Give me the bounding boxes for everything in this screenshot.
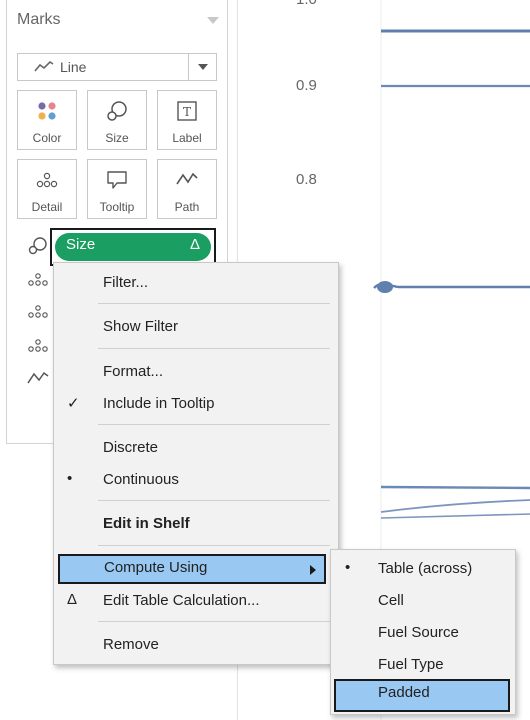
menu-item-label: Show Filter bbox=[103, 318, 179, 335]
detail-button-label: Detail bbox=[31, 200, 63, 214]
size-icon bbox=[28, 237, 47, 255]
marks-title: Marks bbox=[17, 11, 61, 28]
size-icon bbox=[107, 101, 127, 121]
tooltip-icon bbox=[107, 171, 127, 189]
menu-item-label: Continuous bbox=[103, 471, 179, 488]
menu-item-compute-using[interactable]: Compute Using bbox=[58, 554, 326, 584]
mark-type-dropdown[interactable]: Line bbox=[17, 53, 217, 81]
submenu-item-label: Cell bbox=[378, 592, 404, 609]
menu-item-label: Include in Tooltip bbox=[103, 395, 215, 412]
submenu-item-table-across[interactable]: • Table (across) bbox=[331, 555, 515, 583]
submenu-item-label: Table (across) bbox=[378, 560, 473, 577]
line-mark-point[interactable] bbox=[377, 281, 393, 293]
detail-icon bbox=[28, 339, 48, 352]
menu-item-remove[interactable]: Remove bbox=[54, 631, 338, 659]
svg-text:T: T bbox=[183, 105, 191, 119]
tooltip-button[interactable]: Tooltip bbox=[87, 159, 147, 219]
menu-divider bbox=[98, 348, 330, 349]
submenu-item-label: Fuel Source bbox=[378, 624, 459, 641]
menu-divider bbox=[98, 424, 330, 425]
table-calc-delta-icon: Δ bbox=[189, 236, 200, 253]
line-series-6[interactable] bbox=[380, 513, 530, 519]
menu-item-include-in-tooltip[interactable]: ✓ Include in Tooltip bbox=[54, 390, 338, 418]
submenu-item-fuel-source[interactable]: Fuel Source bbox=[331, 619, 515, 647]
submenu-item-cell[interactable]: Cell bbox=[331, 587, 515, 615]
label-icon: T bbox=[177, 101, 197, 121]
color-icon bbox=[38, 102, 56, 120]
menu-item-discrete[interactable]: Discrete bbox=[54, 434, 338, 462]
label-button-label: Label bbox=[172, 131, 202, 145]
size-pill-label: Size bbox=[66, 236, 96, 253]
menu-item-filter[interactable]: Filter... bbox=[54, 269, 338, 297]
color-button[interactable]: Color bbox=[17, 90, 77, 150]
menu-divider bbox=[98, 545, 330, 546]
checkmark-icon: ✓ bbox=[67, 395, 80, 412]
submenu-item-label: Fuel Type bbox=[378, 656, 444, 673]
line-series-5[interactable] bbox=[380, 499, 530, 513]
chevron-right-icon bbox=[310, 565, 316, 575]
line-mark-icon bbox=[34, 60, 54, 72]
menu-item-label: Compute Using bbox=[104, 559, 208, 576]
compute-using-submenu: • Table (across) Cell Fuel Source Fuel T… bbox=[330, 549, 516, 715]
collapse-arrow-icon[interactable] bbox=[207, 17, 219, 24]
line-series-3[interactable] bbox=[373, 282, 530, 289]
path-button[interactable]: Path bbox=[157, 159, 217, 219]
bullet-icon: • bbox=[67, 470, 73, 487]
path-icon bbox=[176, 172, 198, 185]
submenu-item-fuel-type[interactable]: Fuel Type bbox=[331, 651, 515, 679]
menu-divider bbox=[98, 500, 330, 501]
menu-item-label: Filter... bbox=[103, 274, 149, 291]
menu-item-label: Discrete bbox=[103, 439, 159, 456]
bullet-icon: • bbox=[345, 559, 351, 576]
detail-icon bbox=[28, 305, 48, 318]
menu-item-label: Remove bbox=[103, 636, 159, 653]
size-button-label: Size bbox=[105, 131, 129, 145]
menu-item-label: Format... bbox=[103, 363, 164, 380]
size-button[interactable]: Size bbox=[87, 90, 147, 150]
detail-button[interactable]: Detail bbox=[17, 159, 77, 219]
menu-divider bbox=[98, 303, 330, 304]
detail-icon bbox=[28, 273, 48, 286]
menu-item-format[interactable]: Format... bbox=[54, 358, 338, 386]
path-icon bbox=[27, 371, 49, 384]
menu-item-edit-in-shelf[interactable]: Edit in Shelf bbox=[54, 510, 338, 538]
detail-icon bbox=[36, 172, 58, 188]
path-button-label: Path bbox=[174, 200, 200, 214]
label-button[interactable]: T Label bbox=[157, 90, 217, 150]
menu-item-edit-table-calculation[interactable]: Δ Edit Table Calculation... bbox=[54, 587, 338, 615]
menu-divider bbox=[98, 621, 330, 622]
menu-item-show-filter[interactable]: Show Filter bbox=[54, 313, 338, 341]
menu-item-label: Edit Table Calculation... bbox=[103, 592, 260, 609]
line-series-4[interactable] bbox=[380, 485, 530, 490]
submenu-item-padded[interactable]: Padded bbox=[334, 679, 510, 712]
mark-type-label: Line bbox=[60, 59, 87, 75]
size-pill[interactable]: Size Δ bbox=[50, 228, 216, 266]
chevron-down-icon[interactable] bbox=[188, 54, 216, 80]
context-menu: Filter... Show Filter Format... ✓ Includ… bbox=[53, 262, 339, 665]
tooltip-button-label: Tooltip bbox=[99, 200, 135, 214]
menu-item-continuous[interactable]: • Continuous bbox=[54, 466, 338, 494]
delta-icon: Δ bbox=[67, 591, 78, 608]
color-button-label: Color bbox=[32, 131, 62, 145]
menu-item-label: Edit in Shelf bbox=[103, 515, 190, 532]
submenu-item-label: Padded bbox=[378, 684, 430, 701]
